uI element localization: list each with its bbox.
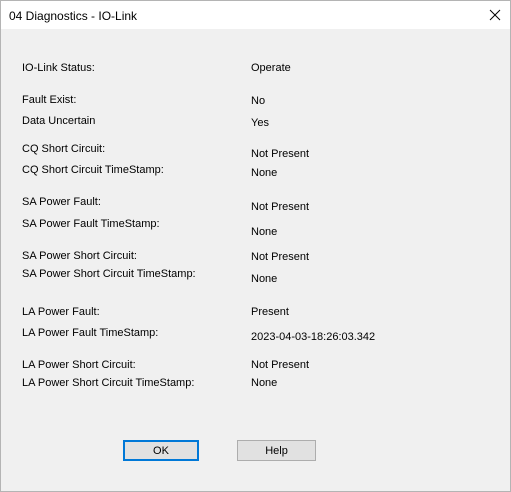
field-value-data-uncertain: Yes bbox=[251, 117, 269, 129]
field-value-la-power-short-circuit: Not Present bbox=[251, 359, 310, 371]
field-label-sa-power-fault: SA Power Fault: bbox=[22, 196, 101, 208]
field-label-sa-power-fault-timestamp: SA Power Fault TimeStamp: bbox=[22, 218, 160, 230]
field-value-cq-short-circuit-timestamp: None bbox=[251, 167, 278, 179]
field-value-la-power-fault: Present bbox=[251, 306, 289, 318]
field-label-fault-exist: Fault Exist: bbox=[22, 94, 77, 106]
field-value-la-power-short-circuit-timestamp: None bbox=[251, 377, 278, 389]
close-icon bbox=[489, 9, 501, 21]
field-value-la-power-fault-timestamp: 2023-04-03-18:26:03.342 bbox=[251, 331, 376, 343]
field-label-io-link-status: IO-Link Status: bbox=[22, 62, 95, 74]
ok-button[interactable]: OK bbox=[123, 440, 199, 461]
field-value-sa-power-fault-timestamp: None bbox=[251, 226, 278, 238]
field-label-sa-power-short-circuit-timestamp: SA Power Short Circuit TimeStamp: bbox=[22, 268, 196, 280]
field-value-io-link-status: Operate bbox=[251, 62, 291, 74]
field-label-la-power-short-circuit-timestamp: LA Power Short Circuit TimeStamp: bbox=[22, 377, 195, 389]
title-bar: 04 Diagnostics - IO-Link bbox=[1, 1, 510, 29]
field-label-la-power-fault: LA Power Fault: bbox=[22, 306, 100, 318]
field-label-cq-short-circuit: CQ Short Circuit: bbox=[22, 143, 106, 155]
close-button[interactable] bbox=[480, 1, 510, 29]
window-title: 04 Diagnostics - IO-Link bbox=[9, 9, 138, 23]
field-label-cq-short-circuit-timestamp: CQ Short Circuit TimeStamp: bbox=[22, 164, 164, 176]
diagnostics-dialog: 04 Diagnostics - IO-Link IO-Link Status:… bbox=[0, 0, 511, 492]
field-label-data-uncertain: Data Uncertain bbox=[22, 115, 96, 127]
field-value-sa-power-short-circuit: Not Present bbox=[251, 251, 310, 263]
field-label-la-power-short-circuit: LA Power Short Circuit: bbox=[22, 359, 136, 371]
field-value-cq-short-circuit: Not Present bbox=[251, 148, 310, 160]
field-label-la-power-fault-timestamp: LA Power Fault TimeStamp: bbox=[22, 327, 159, 339]
field-label-sa-power-short-circuit: SA Power Short Circuit: bbox=[22, 250, 137, 262]
help-button[interactable]: Help bbox=[237, 440, 316, 461]
field-value-fault-exist: No bbox=[251, 95, 266, 107]
field-value-sa-power-fault: Not Present bbox=[251, 201, 310, 213]
field-value-sa-power-short-circuit-timestamp: None bbox=[251, 273, 278, 285]
